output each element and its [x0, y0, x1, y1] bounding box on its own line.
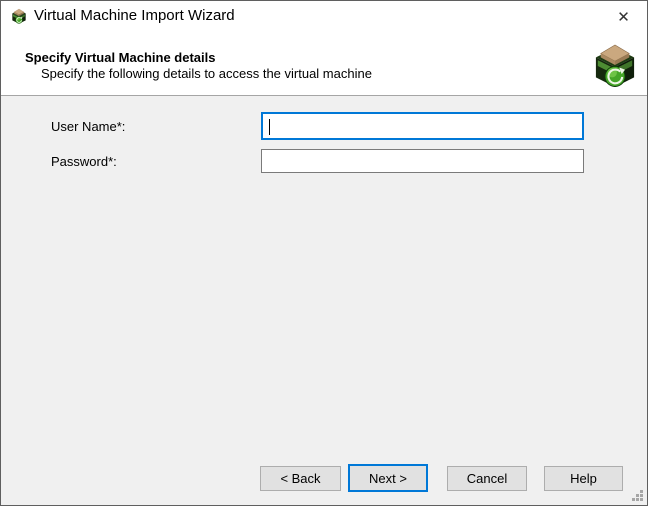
close-icon: ✕ — [617, 8, 630, 26]
password-input[interactable] — [261, 149, 584, 173]
window-title: Virtual Machine Import Wizard — [34, 1, 235, 31]
vm-import-wizard-icon — [594, 41, 636, 89]
help-button[interactable]: Help — [544, 466, 623, 491]
cancel-button[interactable]: Cancel — [447, 466, 527, 491]
wizard-header-region: Virtual Machine Import Wizard ✕ Specify … — [1, 1, 647, 96]
next-button[interactable]: Next > — [348, 464, 428, 492]
username-input-field[interactable] — [263, 114, 582, 138]
page-subtitle: Specify the following details to access … — [41, 66, 372, 81]
text-caret — [269, 119, 270, 135]
vm-import-wizard-window: Virtual Machine Import Wizard ✕ Specify … — [0, 0, 648, 506]
vm-import-box-icon — [11, 8, 27, 24]
password-label: Password*: — [51, 154, 117, 169]
back-button[interactable]: < Back — [260, 466, 341, 491]
resize-grip-dots — [640, 498, 643, 501]
resize-grip[interactable] — [631, 489, 643, 501]
password-input-field[interactable] — [262, 150, 583, 172]
close-button[interactable]: ✕ — [601, 2, 646, 31]
username-label: User Name*: — [51, 119, 125, 134]
page-title: Specify Virtual Machine details — [25, 50, 216, 65]
titlebar[interactable]: Virtual Machine Import Wizard ✕ — [1, 1, 647, 31]
username-input[interactable] — [261, 112, 584, 140]
